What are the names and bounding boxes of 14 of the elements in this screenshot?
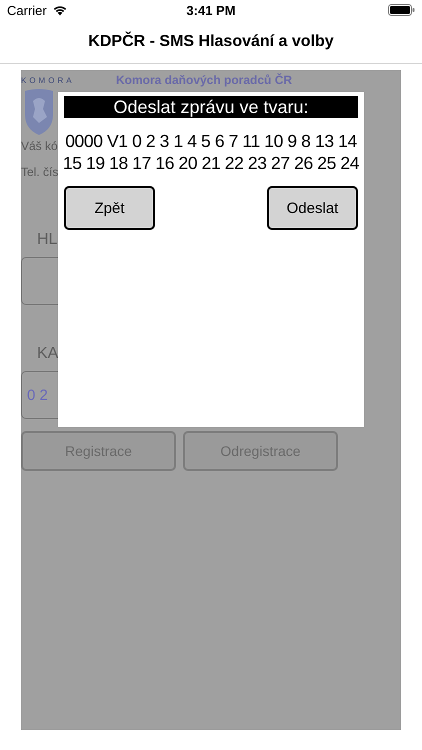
dialog-button[interactable]: Odeslat <box>267 186 358 230</box>
dialog-button[interactable]: Zpět <box>64 186 155 230</box>
clock-time: 3:41 PM <box>186 2 236 18</box>
battery-icon <box>388 4 415 16</box>
candidates-label: KA <box>37 345 58 363</box>
wifi-icon <box>52 4 68 16</box>
sms-message: 0000 V1 0 2 3 1 4 5 6 7 11 10 9 8 13 14 15 19 18 17 16 20 21 22 23 27 26 25 24 <box>62 130 360 174</box>
dialog-title: Odeslat zprávu ve tvaru: <box>64 96 358 118</box>
vote-label: HL <box>37 231 58 249</box>
code-label: Váš kó <box>21 139 58 153</box>
phone-label: Tel. čís <box>21 165 58 179</box>
carrier-name: Carrier <box>7 2 47 18</box>
screen-title: KDPČR - SMS Hlasování a volby <box>88 32 334 50</box>
logo-text: KOMORA <box>21 76 75 85</box>
